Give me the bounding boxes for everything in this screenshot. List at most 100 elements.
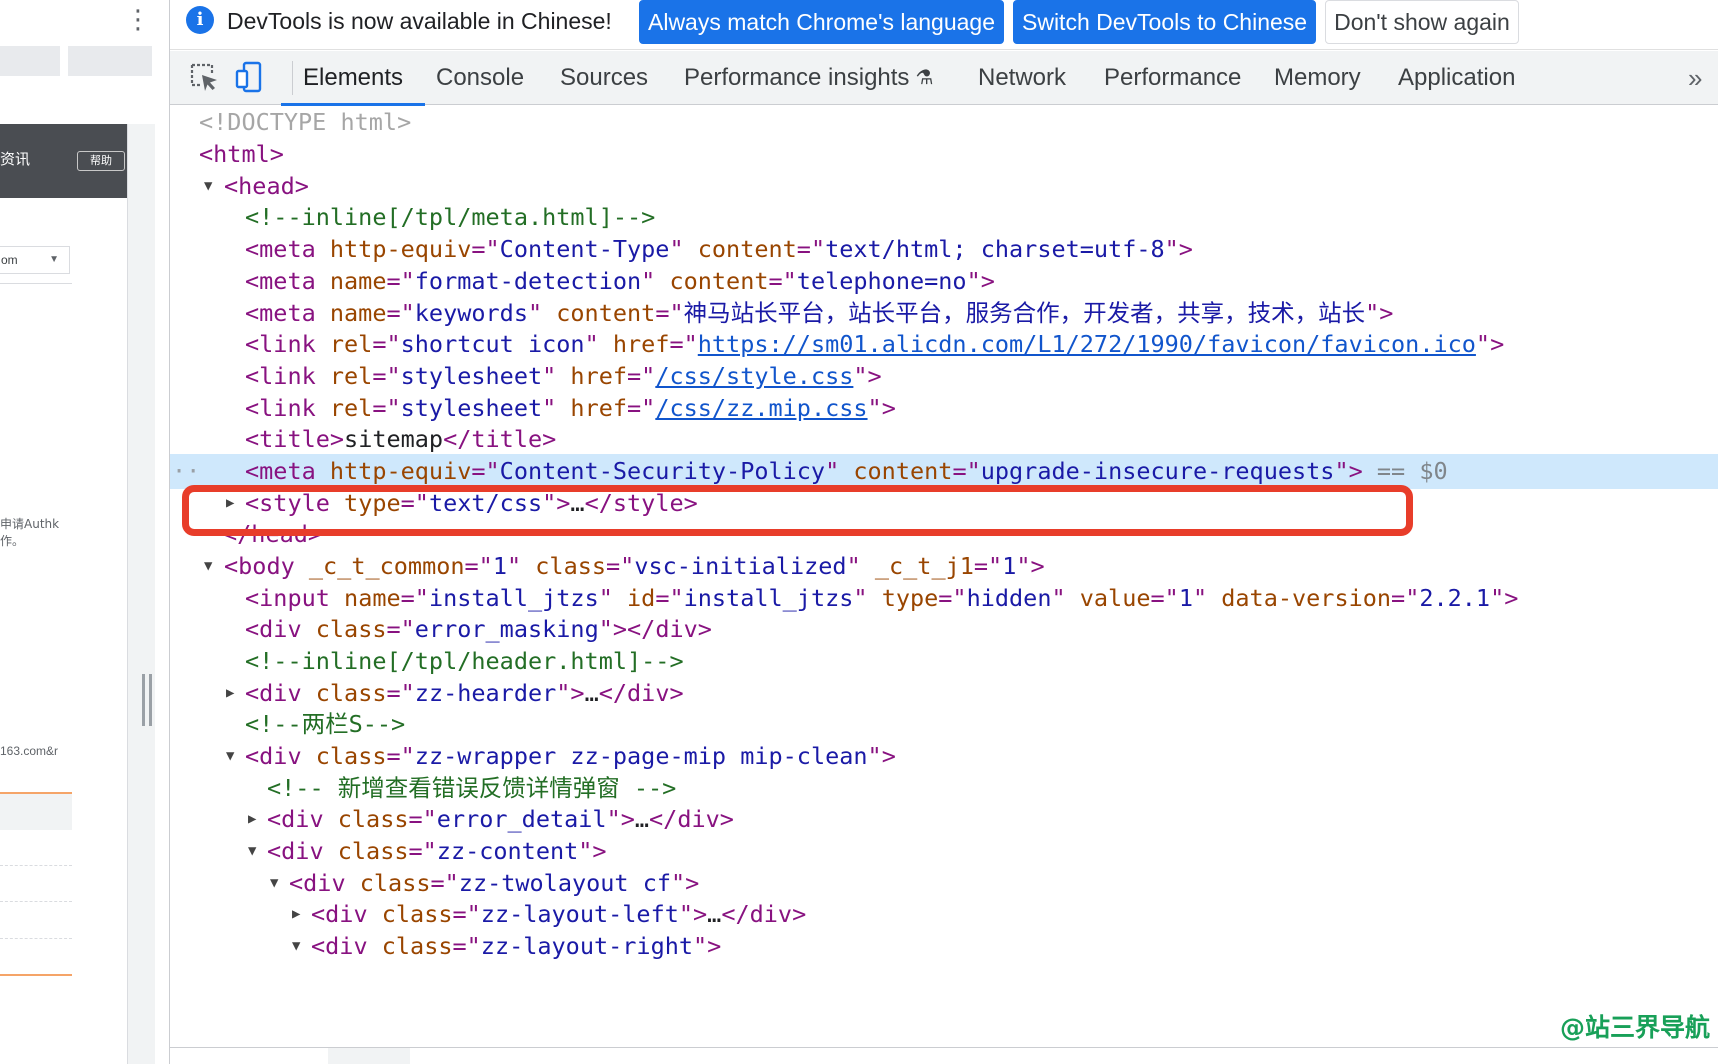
tab-application[interactable]: Application bbox=[1398, 51, 1515, 105]
comment-node: <!-- 新增查看错误反馈详情弹窗 --> bbox=[267, 774, 677, 802]
tree-row[interactable]: ▼ <head> bbox=[170, 169, 1718, 204]
tree-row[interactable]: <!-- 新增查看错误反馈详情弹窗 --> bbox=[170, 771, 1718, 806]
tab-label: Console bbox=[436, 64, 525, 91]
email-text: 163.com&r bbox=[0, 744, 59, 758]
tab-label: Elements bbox=[303, 64, 404, 91]
expand-triangle-icon[interactable]: ▶ bbox=[248, 802, 256, 836]
tree-row[interactable]: <link rel="shortcut icon" href="https://… bbox=[170, 327, 1718, 362]
page-tab-strip bbox=[68, 46, 152, 76]
attr-value: zz-hearder bbox=[414, 679, 557, 707]
attr-value: 2.2.1 bbox=[1419, 584, 1491, 612]
highlight-annotation-box bbox=[182, 485, 1413, 536]
attr-value: 神马站长平台，站长平台，服务合作，开发者，共享，技术，站长 bbox=[683, 299, 1366, 327]
attr-value: zz-content bbox=[436, 837, 579, 865]
row-menu-icon[interactable]: ·· bbox=[172, 454, 200, 489]
divider bbox=[0, 283, 72, 284]
tree-row[interactable]: <!--inline[/tpl/meta.html]--> bbox=[170, 200, 1718, 235]
auth-note: 申请Authk 作。 bbox=[0, 516, 78, 550]
page-block bbox=[0, 794, 72, 830]
kebab-icon[interactable]: ⋮ bbox=[125, 4, 151, 34]
tree-row[interactable]: <input name="install_jtzs" id="install_j… bbox=[170, 581, 1718, 616]
tree-row[interactable]: <meta http-equiv="Content-Type" content=… bbox=[170, 232, 1718, 267]
attr-value: 1 bbox=[1178, 584, 1193, 612]
comment-node: <!--inline[/tpl/meta.html]--> bbox=[245, 203, 656, 231]
more-tabs-icon[interactable]: » bbox=[1688, 51, 1702, 105]
selected-node-marker: == $0 bbox=[1376, 457, 1448, 485]
collapse-triangle-icon[interactable]: ▼ bbox=[204, 549, 212, 583]
tree-row[interactable]: <link rel="stylesheet" href="/css/style.… bbox=[170, 359, 1718, 394]
info-icon: i bbox=[186, 6, 214, 34]
tree-row[interactable]: ▼ <div class="zz-content"> bbox=[170, 834, 1718, 869]
attr-value: keywords bbox=[414, 299, 528, 327]
href-link[interactable]: https://sm01.alicdn.com/L1/272/1990/favi… bbox=[698, 330, 1476, 358]
tree-row[interactable]: <!--inline[/tpl/header.html]--> bbox=[170, 644, 1718, 679]
tree-row[interactable]: <div class="error_masking"></div> bbox=[170, 612, 1718, 647]
breadcrumb-item[interactable] bbox=[328, 1048, 410, 1064]
tab-performance[interactable]: Performance bbox=[1104, 51, 1241, 105]
tab-network[interactable]: Network bbox=[978, 51, 1066, 105]
tab-label: Performance insights bbox=[684, 64, 910, 91]
html-open-tag: <html> bbox=[199, 140, 284, 168]
device-toolbar-icon[interactable] bbox=[234, 61, 266, 93]
attr-value: 1 bbox=[492, 552, 507, 580]
tab-label: Performance bbox=[1104, 64, 1242, 91]
tab-label: Sources bbox=[560, 64, 649, 91]
attr-value: zz-layout-right bbox=[480, 932, 694, 960]
tree-row[interactable]: ▼ <body _c_t_common="1" class="vsc-initia… bbox=[170, 549, 1718, 584]
attr-value: 1 bbox=[1002, 552, 1017, 580]
attr-value: zz-layout-left bbox=[480, 900, 679, 928]
inspect-element-icon[interactable] bbox=[188, 61, 220, 93]
switch-to-chinese-button[interactable]: Switch DevTools to Chinese bbox=[1013, 0, 1317, 44]
tree-row[interactable]: ▶ <div class="zz-hearder">…</div> bbox=[170, 676, 1718, 711]
tree-row[interactable]: ▶ <div class="zz-layout-left">…</div> bbox=[170, 897, 1718, 932]
tab-label: Network bbox=[978, 64, 1067, 91]
title-text: sitemap bbox=[344, 425, 444, 453]
tree-row[interactable]: ▼ <div class="zz-layout-right"> bbox=[170, 929, 1718, 964]
tree-row[interactable]: <html> bbox=[170, 137, 1718, 172]
divider bbox=[0, 938, 72, 939]
tree-row[interactable]: ▼ <div class="zz-wrapper zz-page-mip mip-… bbox=[170, 739, 1718, 774]
tree-row[interactable]: <link rel="stylesheet" href="/css/zz.mip… bbox=[170, 391, 1718, 426]
attr-value: format-detection bbox=[414, 267, 642, 295]
tab-performance-insights[interactable]: Performance insights ⚗ bbox=[684, 51, 933, 105]
expand-triangle-icon[interactable]: ▶ bbox=[292, 897, 300, 931]
help-button[interactable]: 帮助 bbox=[77, 151, 125, 171]
collapse-triangle-icon[interactable]: ▼ bbox=[292, 929, 300, 963]
tree-row[interactable]: ▼ <div class="zz-twolayout cf"> bbox=[170, 866, 1718, 901]
tree-row[interactable]: ▶ <div class="error_detail">…</div> bbox=[170, 802, 1718, 837]
breadcrumb-bar bbox=[170, 1047, 1718, 1064]
tab-sources[interactable]: Sources bbox=[560, 51, 648, 105]
collapse-triangle-icon[interactable]: ▼ bbox=[270, 866, 278, 900]
href-link[interactable]: /css/style.css bbox=[655, 362, 853, 390]
page-nav-text: 资讯 bbox=[0, 150, 31, 168]
attr-value: zz-twolayout cf bbox=[458, 869, 672, 897]
attr-value: error_detail bbox=[436, 805, 607, 833]
attr-value: Content-Type bbox=[499, 235, 670, 263]
collapse-triangle-icon[interactable]: ▼ bbox=[204, 169, 212, 203]
panel-resize-handle[interactable] bbox=[142, 674, 152, 726]
attr-value: text/html; charset=utf-8 bbox=[825, 235, 1165, 263]
attr-value: stylesheet bbox=[400, 394, 543, 422]
page-tab-strip bbox=[0, 46, 60, 76]
collapse-triangle-icon[interactable]: ▼ bbox=[226, 739, 234, 773]
tree-row[interactable]: <!DOCTYPE html> bbox=[170, 105, 1718, 140]
devtools-panel: i DevTools is now available in Chinese! … bbox=[169, 0, 1718, 1064]
domain-select[interactable]: om ▼ bbox=[0, 246, 70, 274]
tree-row[interactable]: <meta name="format-detection" content="t… bbox=[170, 264, 1718, 299]
dont-show-again-button[interactable]: Don't show again bbox=[1325, 0, 1519, 44]
tab-memory[interactable]: Memory bbox=[1274, 51, 1361, 105]
collapse-triangle-icon[interactable]: ▼ bbox=[248, 834, 256, 868]
tree-row[interactable]: <!--两栏S--> bbox=[170, 707, 1718, 742]
tab-elements[interactable]: Elements bbox=[280, 51, 426, 106]
always-match-language-button[interactable]: Always match Chrome's language bbox=[639, 0, 1004, 44]
attr-value: install_jtzs bbox=[683, 584, 854, 612]
tree-row[interactable]: <title>sitemap</title> bbox=[170, 422, 1718, 457]
href-link[interactable]: /css/zz.mip.css bbox=[655, 394, 867, 422]
tab-console[interactable]: Console bbox=[436, 51, 524, 105]
tree-row-selected[interactable]: ·· <meta http-equiv="Content-Security-Pol… bbox=[170, 454, 1718, 489]
attr-value: telephone=no bbox=[796, 267, 967, 295]
tree-row[interactable]: <meta name="keywords" content="神马站长平台，站长… bbox=[170, 296, 1718, 331]
attr-value: vsc-initialized bbox=[634, 552, 847, 580]
expand-triangle-icon[interactable]: ▶ bbox=[226, 676, 234, 710]
divider bbox=[0, 865, 72, 866]
